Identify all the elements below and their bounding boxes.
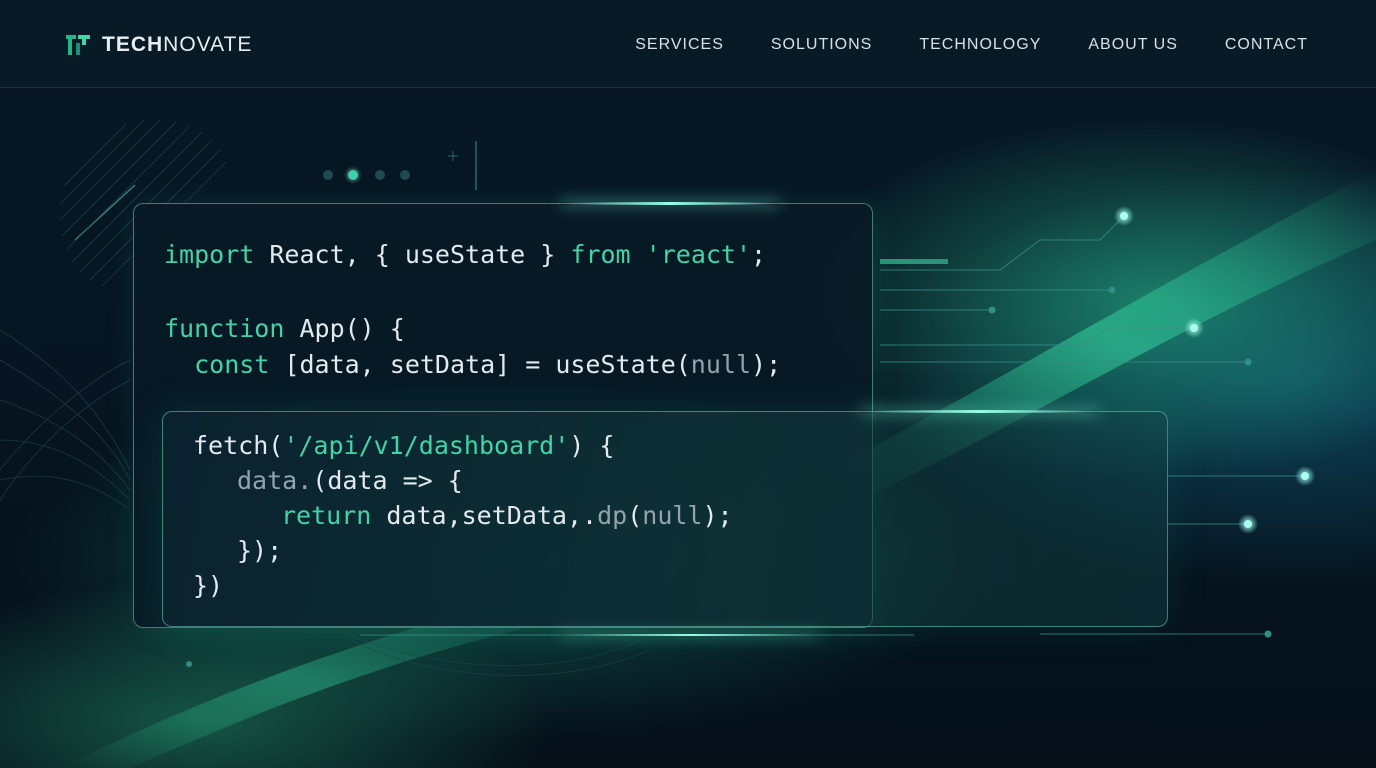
panel-glow-middle [860, 410, 1100, 413]
code-token: 'react' [645, 240, 752, 269]
code-line: function App() { [164, 314, 405, 344]
code-token: import [164, 240, 255, 269]
code-line: data.(data => { [237, 466, 463, 496]
brand-name: TECHNOVATE [102, 33, 252, 57]
code-token: }) [193, 571, 224, 600]
code-line: }); [237, 536, 282, 566]
code-token: const [164, 350, 270, 379]
code-token: ) { [569, 431, 615, 460]
panel-glow-top [560, 202, 780, 205]
nav-technology[interactable]: TECHNOLOGY [919, 36, 1041, 54]
code-token: App() { [284, 314, 405, 343]
nav-about-us[interactable]: ABOUT US [1088, 36, 1178, 54]
code-token: (data => { [312, 466, 463, 495]
nav-services[interactable]: SERVICES [635, 36, 724, 54]
code-line: import React, { useState } from 'react'; [164, 240, 766, 270]
brand-logo[interactable]: TECHNOVATE [64, 30, 252, 60]
code-line: return data,setData,.dp(null); [281, 501, 733, 531]
code-token: [data, setData] = useState( [269, 350, 691, 379]
nav-solutions[interactable]: SOLUTIONS [771, 36, 872, 54]
code-token: ); [751, 350, 782, 379]
code-token: ; [751, 240, 767, 269]
code-line: }) [193, 571, 223, 601]
code-token: function [164, 314, 285, 343]
brand-name-light: NOVATE [163, 33, 253, 56]
panel-glow-bottom [560, 634, 820, 636]
code-token: ); [702, 501, 733, 530]
code-token: null [690, 350, 752, 379]
code-token: fetch( [193, 431, 284, 460]
code-line: fetch('/api/v1/dashboard') { [193, 431, 614, 461]
nav-contact[interactable]: CONTACT [1225, 36, 1308, 54]
code-token: null [642, 501, 703, 530]
brand-name-bold: TECH [102, 33, 164, 56]
code-panel-bottom: fetch('/api/v1/dashboard') { data.(data … [162, 411, 1168, 627]
code-token: }); [237, 536, 283, 565]
site-header: TECHNOVATE SERVICES SOLUTIONS TECHNOLOGY… [0, 0, 1376, 88]
code-token: React, { useState } [254, 240, 571, 269]
code-token: ( [627, 501, 643, 530]
code-token: return [281, 501, 372, 530]
code-line: const [data, setData] = useState(null); [164, 350, 781, 380]
logo-mark-icon [66, 35, 90, 55]
code-token: data,setData,. [371, 501, 598, 530]
code-token: from [570, 240, 631, 269]
code-token: dp [597, 501, 628, 530]
main-nav: SERVICES SOLUTIONS TECHNOLOGY ABOUT US C… [635, 36, 1308, 54]
code-token: '/api/v1/dashboard' [283, 431, 570, 460]
code-token: data. [237, 466, 313, 495]
